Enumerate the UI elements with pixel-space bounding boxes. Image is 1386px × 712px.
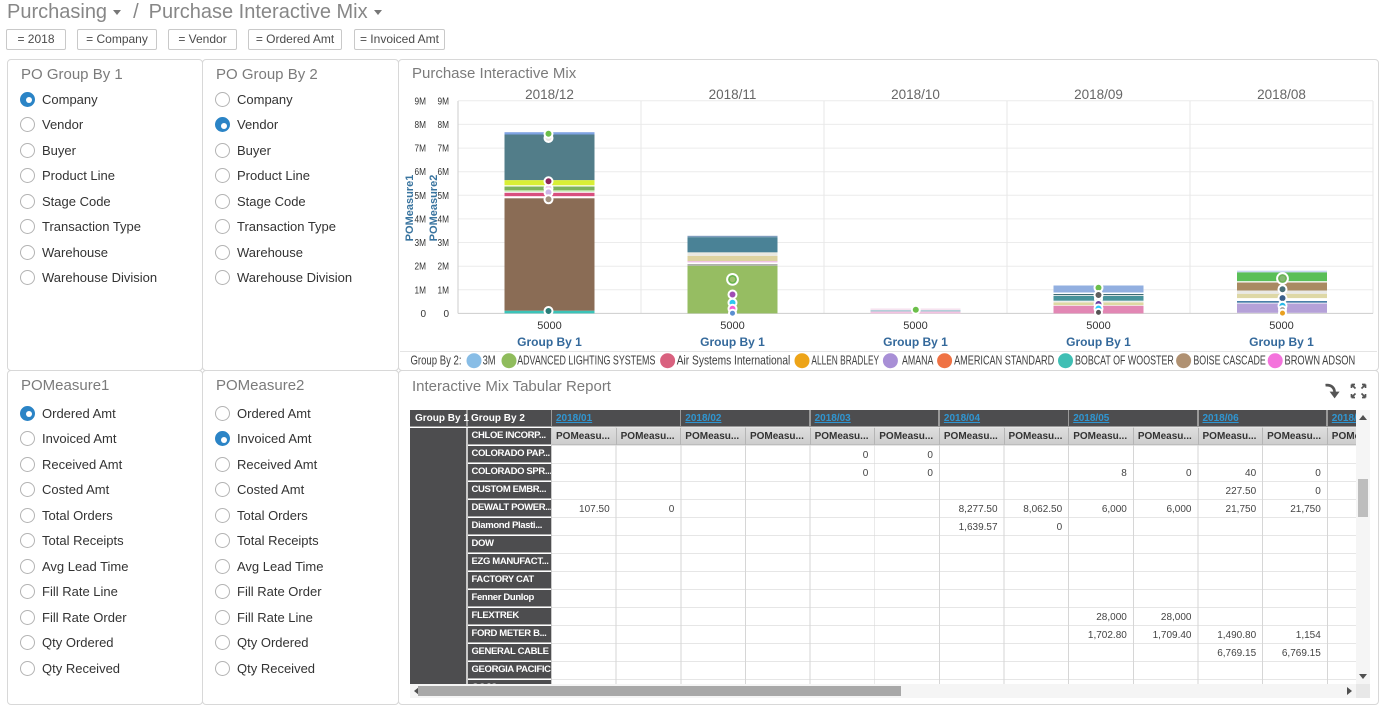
svg-text:Group By 1: Group By 1 (700, 335, 765, 349)
svg-text:5000: 5000 (903, 320, 927, 332)
svg-text:POMeasure1: POMeasure1 (404, 175, 416, 242)
svg-text:3M: 3M (415, 238, 427, 249)
svg-text:0: 0 (420, 309, 426, 320)
svg-text:7M: 7M (438, 144, 450, 155)
svg-text:8M: 8M (415, 120, 427, 131)
svg-text:Group By 1: Group By 1 (883, 335, 948, 349)
svg-text:2018/10: 2018/10 (891, 87, 940, 102)
svg-text:BROWN ADSON: BROWN ADSON (1285, 354, 1356, 368)
svg-text:7M: 7M (415, 144, 427, 155)
svg-text:5000: 5000 (1269, 320, 1293, 332)
svg-text:5000: 5000 (1086, 320, 1110, 332)
svg-text:AMERICAN STANDARD: AMERICAN STANDARD (954, 354, 1054, 368)
svg-text:5000: 5000 (537, 320, 561, 332)
svg-text:2M: 2M (438, 262, 450, 273)
svg-text:9M: 9M (415, 96, 427, 107)
svg-text:1M: 1M (438, 285, 450, 296)
svg-text:0: 0 (443, 309, 449, 320)
svg-text:1M: 1M (415, 285, 427, 296)
svg-text:BOISE CASCADE: BOISE CASCADE (1193, 354, 1265, 368)
svg-text:3M: 3M (483, 354, 496, 368)
svg-text:2M: 2M (415, 262, 427, 273)
svg-text:POMeasure2: POMeasure2 (428, 175, 440, 242)
svg-text:5000: 5000 (720, 320, 744, 332)
svg-text:2018/09: 2018/09 (1074, 87, 1123, 102)
svg-text:AMANA: AMANA (902, 354, 934, 368)
svg-text:9M: 9M (438, 96, 450, 107)
svg-text:Group By 1: Group By 1 (1066, 335, 1131, 349)
svg-text:Group By 1: Group By 1 (1249, 335, 1314, 349)
svg-text:Group By 2:: Group By 2: (411, 354, 462, 368)
svg-text:Group By 1: Group By 1 (517, 335, 582, 349)
svg-text:2018/08: 2018/08 (1257, 87, 1306, 102)
svg-text:6M: 6M (415, 167, 427, 178)
svg-text:2018/12: 2018/12 (525, 87, 574, 102)
svg-text:8M: 8M (438, 120, 450, 131)
svg-text:Air Systems International: Air Systems International (677, 354, 791, 368)
svg-text:2018/11: 2018/11 (709, 87, 757, 102)
svg-text:ALLEN BRADLEY: ALLEN BRADLEY (811, 354, 879, 368)
svg-text:4M: 4M (415, 214, 427, 225)
svg-text:ADVANCED LIGHTING SYSTEMS: ADVANCED LIGHTING SYSTEMS (517, 354, 655, 368)
svg-text:5M: 5M (415, 191, 427, 202)
svg-text:BOBCAT OF WOOSTER: BOBCAT OF WOOSTER (1075, 354, 1174, 368)
